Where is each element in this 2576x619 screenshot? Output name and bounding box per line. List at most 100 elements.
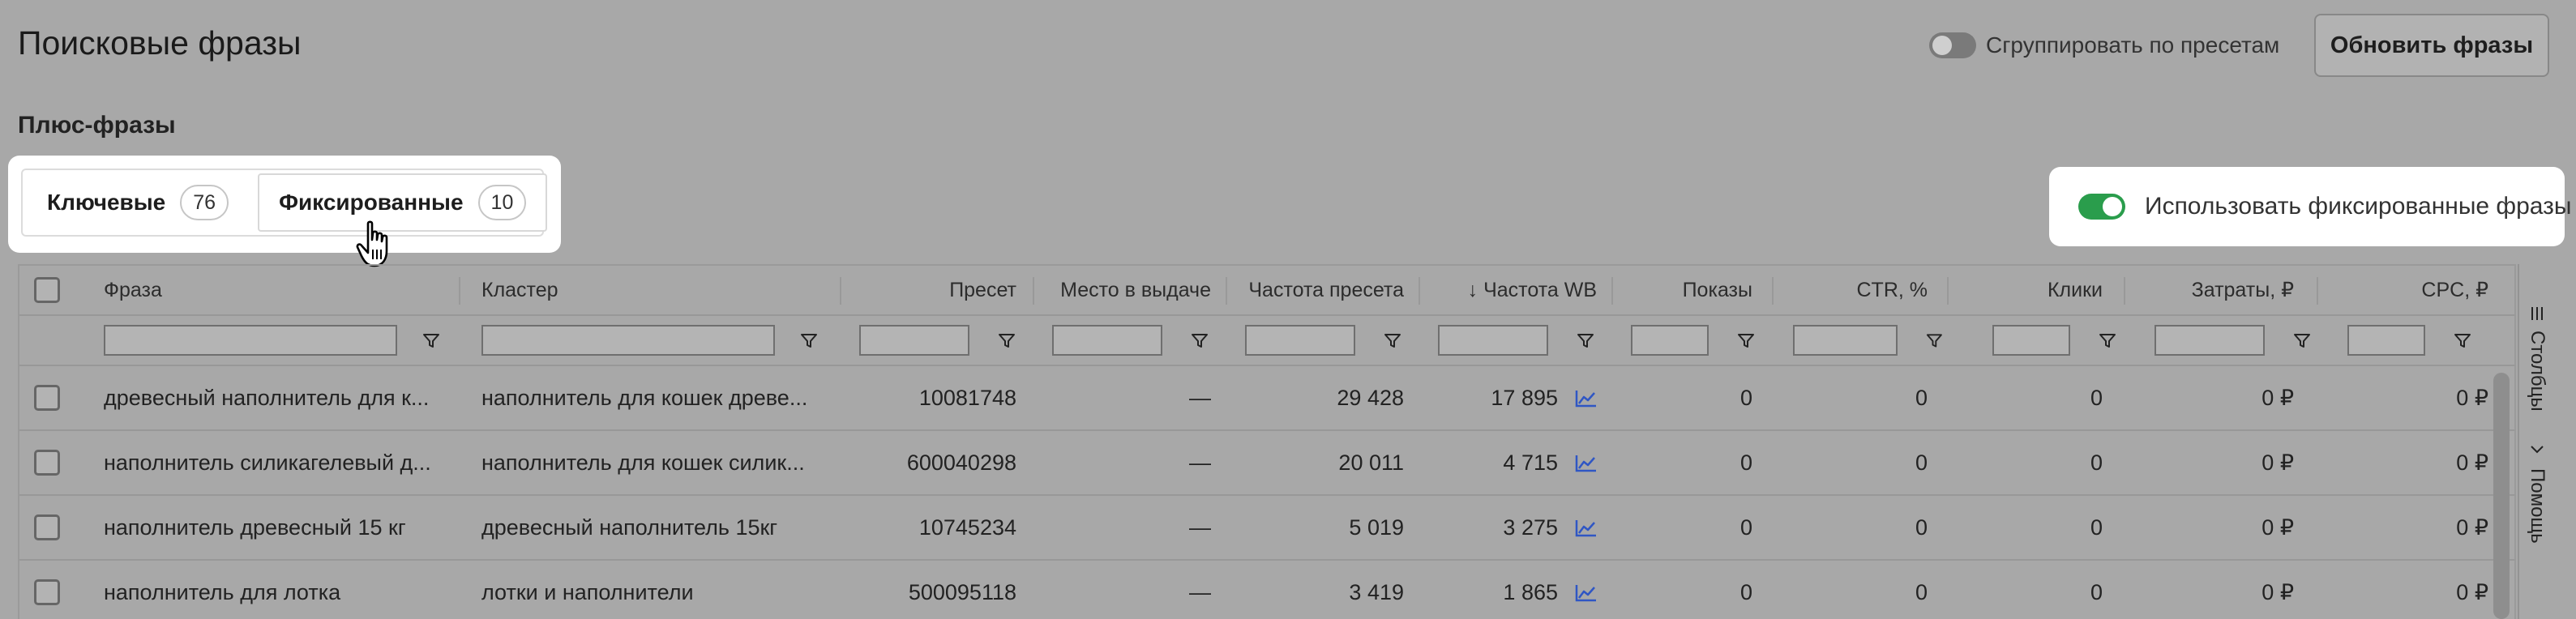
preset-cell: 10081748 — [918, 385, 1016, 410]
preset-cell: 10745234 — [918, 514, 1016, 540]
filter-icon[interactable] — [421, 331, 441, 350]
count-badge: 76 — [180, 185, 229, 220]
filter-input[interactable] — [2155, 325, 2265, 356]
filter-input[interactable] — [104, 325, 397, 356]
table-filter-row — [19, 316, 2514, 366]
filter-icon[interactable] — [1576, 331, 1595, 350]
col-divider[interactable] — [1419, 277, 1420, 305]
col-divider[interactable] — [2124, 277, 2125, 305]
filter-icon[interactable] — [997, 331, 1016, 350]
cluster-cell: древесный наполнитель 15кг — [481, 514, 778, 540]
refresh-phrases-button[interactable]: Обновить фразы — [2314, 14, 2549, 77]
filter-cell-wb-frequency — [1438, 316, 1608, 365]
ctr-cell: 0 — [1915, 579, 1928, 604]
wb-frequency-cell: 4 715 — [1503, 450, 1558, 475]
table-row[interactable]: наполнитель для лотка лотки и наполнител… — [19, 561, 2514, 619]
col-wb-frequency[interactable]: ↓ Частота WB — [1428, 266, 1597, 314]
trend-chart-icon[interactable] — [1574, 388, 1598, 409]
col-divider[interactable] — [1772, 277, 1774, 305]
col-divider[interactable] — [840, 277, 841, 305]
filter-icon[interactable] — [2453, 331, 2472, 350]
use-fixed-phrases-toggle[interactable] — [2078, 194, 2125, 220]
cpc-cell: 0 ₽ — [2456, 450, 2488, 475]
row-select-cell — [34, 561, 66, 619]
col-divider[interactable] — [1033, 277, 1034, 305]
col-impressions[interactable]: Показы — [1621, 266, 1752, 314]
row-checkbox[interactable] — [34, 450, 60, 476]
col-preset[interactable]: Пресет — [854, 266, 1016, 314]
cluster-cell: наполнитель для кошек древе... — [481, 385, 808, 410]
filter-icon[interactable] — [1190, 331, 1209, 350]
tab-fixed[interactable]: Фиксированные 10 — [258, 173, 548, 232]
row-checkbox[interactable] — [34, 385, 60, 411]
table-scrollbar[interactable] — [2493, 373, 2510, 619]
filter-input[interactable] — [1438, 325, 1548, 356]
row-checkbox[interactable] — [34, 514, 60, 540]
table-row[interactable]: древесный наполнитель для к... наполните… — [19, 366, 2514, 431]
filter-input[interactable] — [859, 325, 969, 356]
col-phrase[interactable]: Фраза — [104, 266, 347, 314]
filter-input[interactable] — [1793, 325, 1898, 356]
filter-input[interactable] — [1245, 325, 1355, 356]
spend-cell: 0 ₽ — [2261, 385, 2294, 410]
filter-cell-preset-frequency — [1245, 316, 1415, 365]
trend-chart-icon[interactable] — [1574, 583, 1598, 604]
preset-frequency-cell: 3 419 — [1349, 579, 1404, 604]
cpc-cell: 0 ₽ — [2456, 514, 2488, 540]
tab-keywords[interactable]: Ключевые 76 — [28, 173, 248, 232]
col-spend[interactable]: Затраты, ₽ — [2133, 266, 2294, 314]
col-divider[interactable] — [459, 277, 460, 305]
filter-input[interactable] — [1052, 325, 1162, 356]
filter-cell-spend — [2155, 316, 2313, 365]
filter-input[interactable] — [2347, 325, 2425, 356]
clicks-cell: 0 — [2090, 385, 2103, 410]
filter-icon[interactable] — [1736, 331, 1756, 350]
position-cell: — — [1189, 385, 1211, 410]
col-position[interactable]: Место в выдаче — [1042, 266, 1211, 314]
filter-cell-preset — [859, 316, 1029, 365]
col-cluster[interactable]: Кластер — [481, 266, 725, 314]
filter-input[interactable] — [1631, 325, 1709, 356]
position-cell: — — [1189, 579, 1211, 604]
help-panel-button[interactable]: Помощь — [2519, 442, 2555, 544]
col-clicks[interactable]: Клики — [1957, 266, 2103, 314]
impressions-cell: 0 — [1739, 579, 1752, 604]
col-ctr[interactable]: CTR, % — [1782, 266, 1928, 314]
spend-cell: 0 ₽ — [2261, 579, 2294, 604]
phrase-cell: наполнитель древесный 15 кг — [104, 514, 406, 540]
filter-cell-position — [1052, 316, 1222, 365]
filter-icon[interactable] — [2292, 331, 2312, 350]
col-divider[interactable] — [1947, 277, 1949, 305]
filter-icon[interactable] — [799, 331, 819, 350]
toggle-switch-off[interactable] — [1929, 32, 1976, 58]
col-preset-frequency[interactable]: Частота пресета — [1235, 266, 1404, 314]
trend-chart-icon[interactable] — [1574, 453, 1598, 474]
filter-input[interactable] — [481, 325, 775, 356]
select-all-cell — [34, 266, 66, 314]
wb-frequency-cell: 1 865 — [1503, 579, 1558, 604]
select-all-checkbox[interactable] — [34, 277, 60, 303]
filter-icon[interactable] — [1925, 331, 1944, 350]
col-cpc[interactable]: CPC, ₽ — [2326, 266, 2488, 314]
wb-frequency-cell: 17 895 — [1491, 385, 1558, 410]
table-row[interactable]: наполнитель силикагелевый д... наполните… — [19, 431, 2514, 496]
filter-cell-cluster — [481, 316, 833, 365]
filter-icon[interactable] — [1383, 331, 1402, 350]
use-fixed-phrases-label: Использовать фиксированные фразы — [2145, 193, 2572, 220]
col-divider[interactable] — [2317, 277, 2318, 305]
phrase-tabs-panel: Ключевые 76 Фиксированные 10 — [8, 156, 561, 253]
filter-icon[interactable] — [2098, 331, 2117, 350]
group-by-presets-toggle[interactable]: Сгруппировать по пресетам — [1929, 29, 2279, 62]
table-row[interactable]: наполнитель древесный 15 кг древесный на… — [19, 496, 2514, 561]
trend-chart-icon[interactable] — [1574, 518, 1598, 539]
impressions-cell: 0 — [1739, 514, 1752, 540]
col-divider[interactable] — [1226, 277, 1227, 305]
filter-input[interactable] — [1992, 325, 2070, 356]
row-select-cell — [34, 366, 66, 429]
row-checkbox[interactable] — [34, 579, 60, 605]
preset-cell: 500095118 — [908, 579, 1016, 604]
columns-panel-button[interactable]: Столбцы — [2519, 305, 2555, 412]
col-divider[interactable] — [1611, 277, 1613, 305]
position-cell: — — [1189, 514, 1211, 540]
side-rail: Столбцы Помощь — [2518, 264, 2555, 619]
